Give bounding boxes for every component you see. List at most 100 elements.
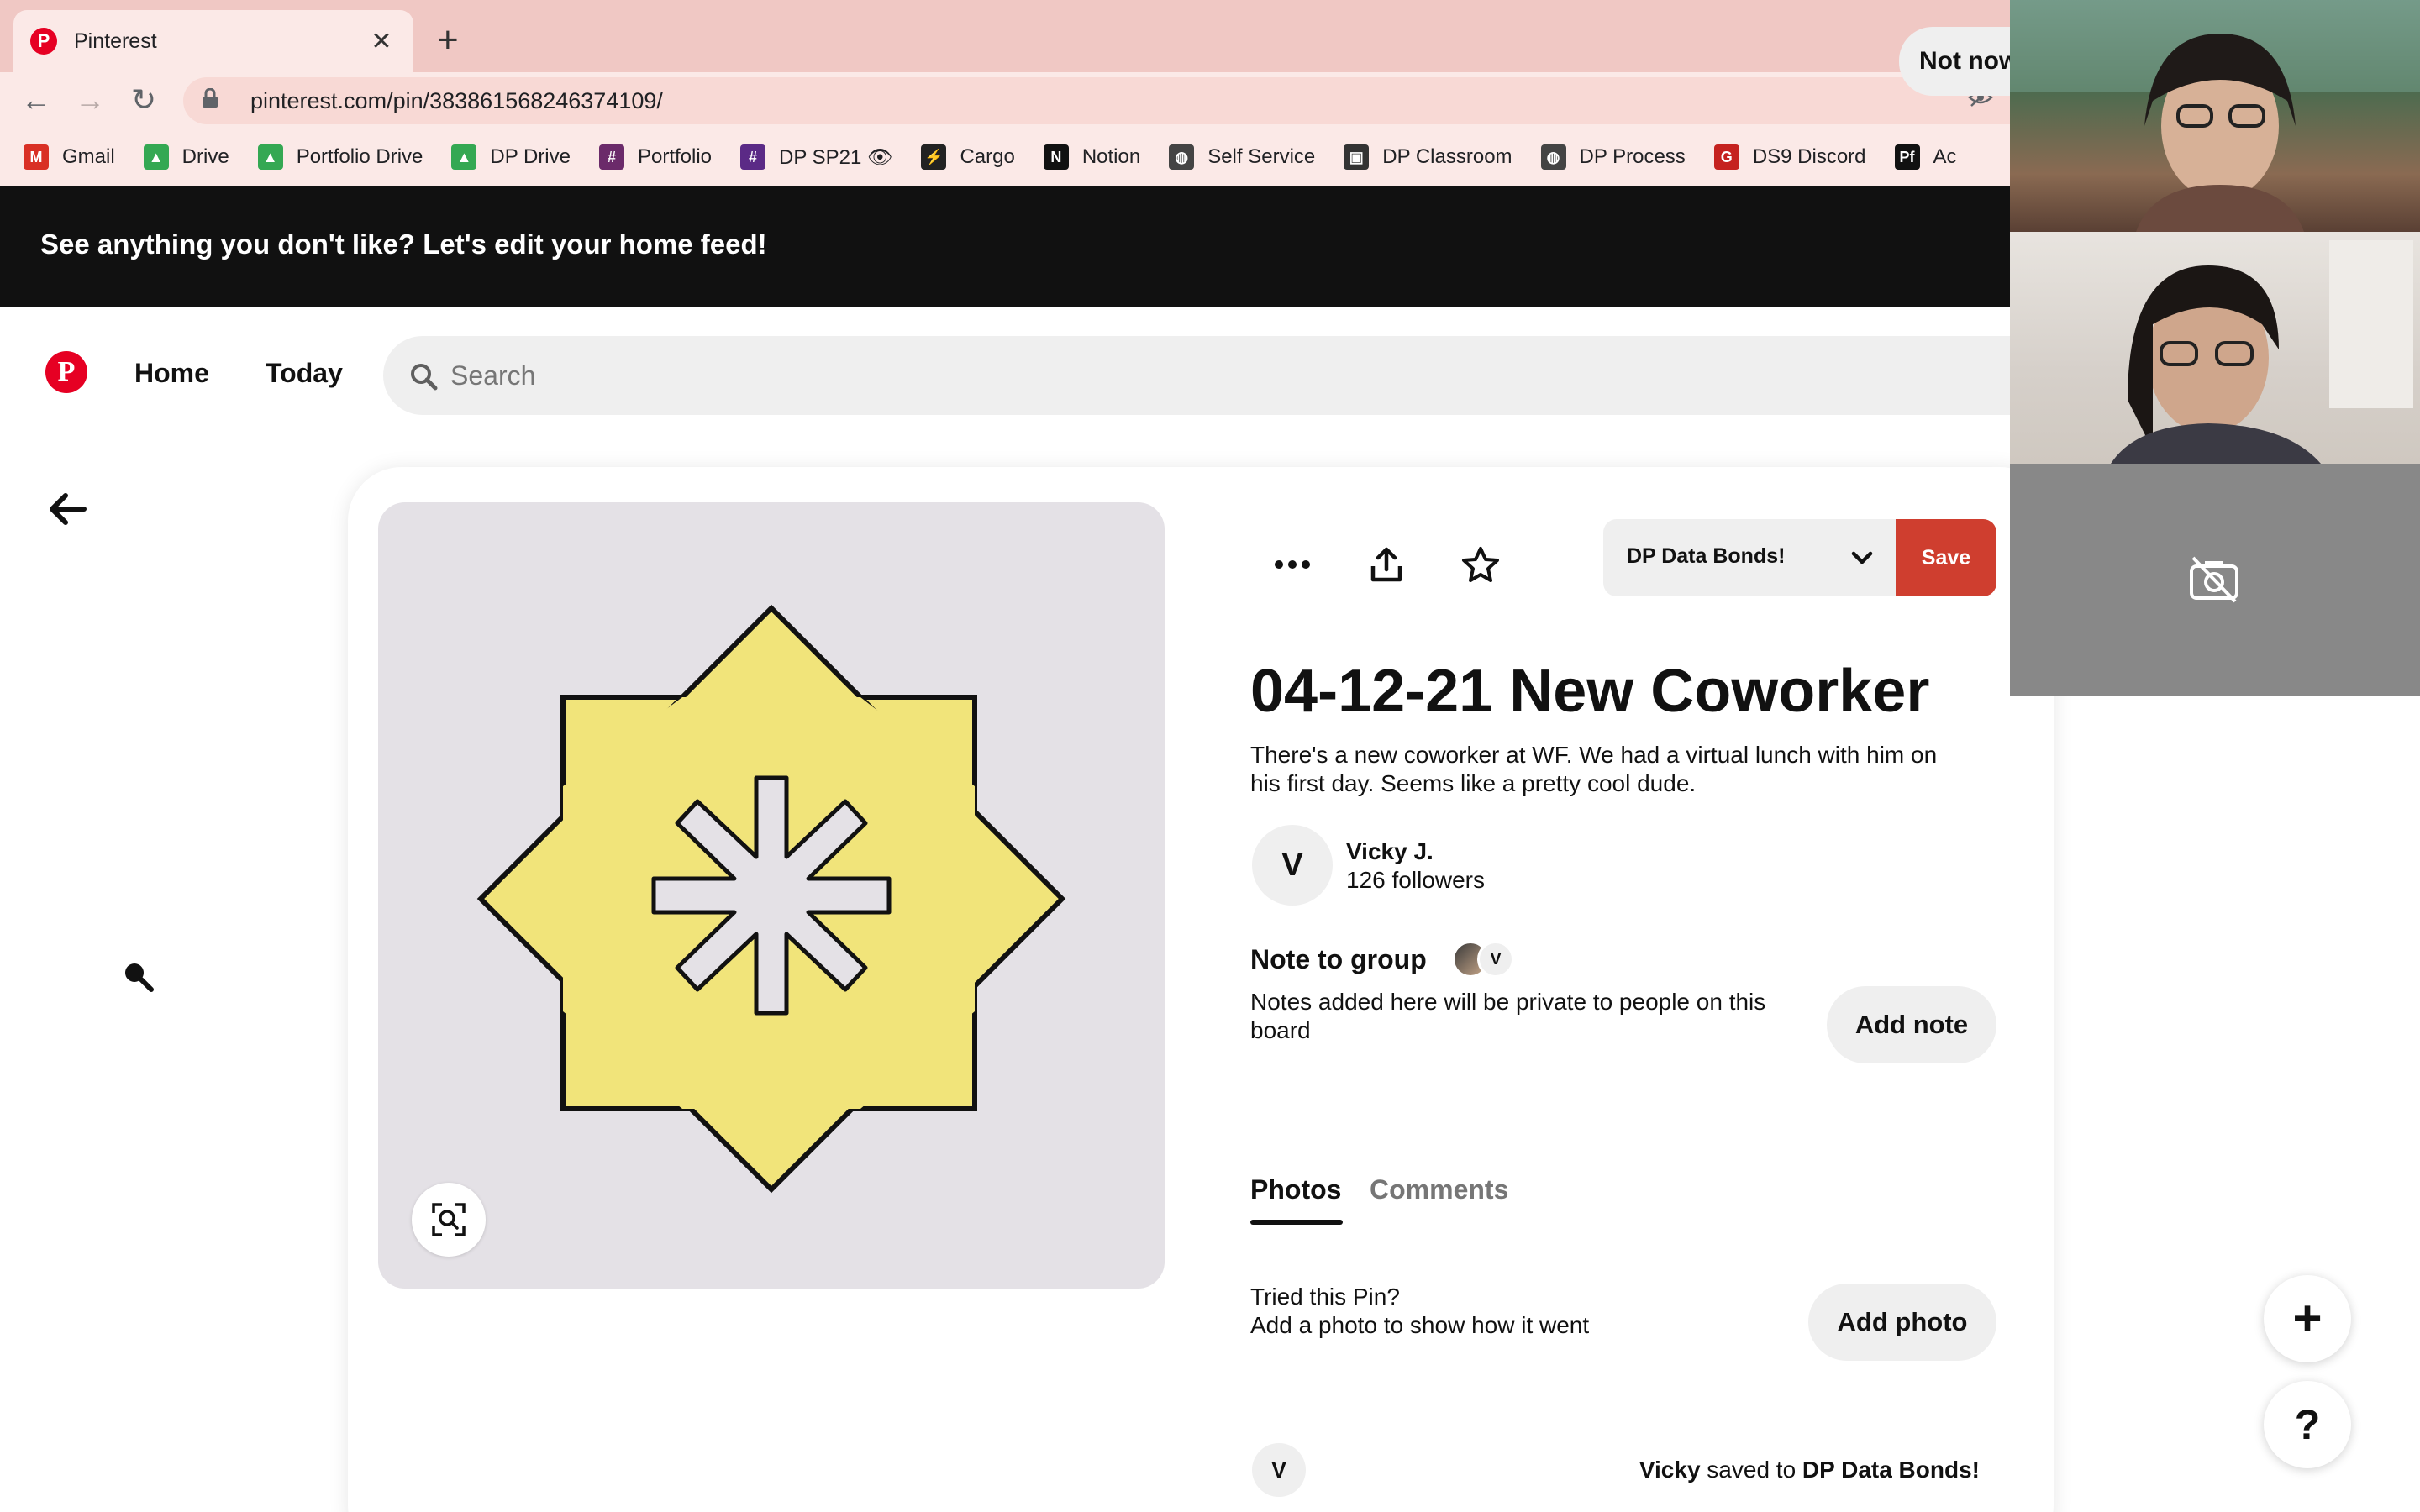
creator-avatar[interactable]: V — [1252, 825, 1333, 906]
activity-user[interactable]: Vicky — [1639, 1457, 1701, 1483]
banner-text: See anything you don't like? Let's edit … — [40, 228, 767, 260]
bookmark-label: Self Service — [1207, 145, 1316, 168]
activity-avatar[interactable]: V — [1252, 1443, 1306, 1497]
create-plus-button[interactable]: + — [2264, 1275, 2351, 1362]
portfolio-icon: # — [598, 144, 624, 170]
add-photo-button[interactable]: Add photo — [1808, 1284, 1996, 1361]
bookmark-label: DS9 Discord — [1752, 145, 1866, 168]
note-description: Notes added here will be private to peop… — [1250, 989, 1766, 1043]
bookmark-label: Portfolio Drive — [296, 145, 424, 168]
tab-comments[interactable]: Comments — [1370, 1174, 1508, 1205]
pin-description: There's a new coworker at WF. We had a v… — [1250, 742, 1938, 796]
bookmark-item[interactable]: G DS9 Discord — [1713, 144, 1866, 170]
bookmark-item[interactable]: # DP SP21 👁 — [740, 144, 892, 170]
back-arrow-icon[interactable] — [47, 491, 87, 528]
board-select-dropdown[interactable]: DP Data Bonds! — [1603, 519, 1896, 596]
bookmark-label: DP Classroom — [1382, 145, 1512, 168]
discord-icon: G — [1713, 144, 1739, 170]
bookmark-item[interactable]: M Gmail — [24, 144, 115, 170]
bookmark-item[interactable]: ▲ DP Drive — [451, 144, 571, 170]
bookmark-label: Gmail — [62, 145, 115, 168]
bookmark-label: Ac — [1933, 145, 1957, 168]
visual-search-icon[interactable] — [412, 1183, 486, 1257]
tried-pin-subtitle: Add a photo to show how it went — [1250, 1312, 1590, 1338]
notion-icon: N — [1043, 144, 1069, 170]
address-bar[interactable]: pinterest.com/pin/383861568246374109/ — [183, 77, 2010, 124]
chevron-down-icon — [1847, 543, 1877, 573]
bookmarks-bar: M Gmail ▲ Drive ▲ Portfolio Drive ▲ DP Drive # Po… — [0, 128, 2010, 186]
activity-board[interactable]: DP Data Bonds! — [1802, 1457, 1980, 1483]
search-input[interactable] — [450, 354, 1795, 396]
search-bar[interactable] — [383, 336, 2010, 415]
gmail-icon: M — [24, 144, 49, 170]
bookmark-item[interactable]: ▣ DP Classroom — [1344, 144, 1512, 170]
bookmark-item[interactable]: # Portfolio — [598, 144, 713, 170]
activity-text: Vicky saved to DP Data Bonds! — [1639, 1457, 1980, 1483]
bookmark-item[interactable]: ▲ Drive — [143, 144, 229, 170]
bookmark-label: DP Process — [1579, 145, 1686, 168]
nav-today[interactable]: Today — [266, 358, 343, 389]
nav-home[interactable]: Home — [134, 358, 209, 389]
avatar: V — [1477, 941, 1514, 978]
browser-tab-pinterest[interactable]: P Pinterest ✕ — [13, 10, 413, 72]
pinterest-favicon-icon: P — [30, 28, 57, 55]
bookmark-item[interactable]: ◍ DP Process — [1540, 144, 1686, 170]
active-tab-underline — [1250, 1220, 1343, 1225]
dp-sp21-icon: # — [740, 144, 766, 170]
tried-pin-title: Tried this Pin? — [1250, 1284, 1400, 1310]
pinterest-logo-icon[interactable]: P — [45, 351, 87, 393]
close-tab-icon[interactable]: ✕ — [366, 27, 397, 56]
cargo-bolt-icon: ⚡ — [921, 144, 947, 170]
video-participant-tile-camera-off[interactable] — [2010, 464, 2420, 696]
back-nav-icon[interactable]: ← — [17, 81, 55, 119]
zoom-cursor-icon — [121, 959, 155, 993]
bookmark-label: Portfolio — [637, 145, 713, 168]
globe-icon: ◍ — [1540, 144, 1566, 170]
bookmark-label: Cargo — [960, 145, 1015, 168]
logo-glyph: P — [57, 356, 76, 387]
bookmark-item[interactable]: ◍ Self Service — [1169, 144, 1315, 170]
url-text: pinterest.com/pin/383861568246374109/ — [250, 87, 663, 113]
forward-nav-icon[interactable]: → — [71, 81, 109, 119]
bookmark-label: Notion — [1081, 145, 1141, 168]
share-icon[interactable] — [1360, 538, 1413, 591]
reload-icon[interactable]: ↻ — [124, 81, 163, 119]
camera-off-icon — [2186, 554, 2242, 605]
new-tab-button[interactable]: + — [437, 22, 459, 59]
pin-title: 04-12-21 New Coworker — [1250, 658, 1930, 725]
pf-icon: Pf — [1894, 144, 1920, 170]
save-button[interactable]: Save — [1896, 519, 1996, 596]
tab-title: Pinterest — [74, 29, 157, 53]
bookmark-item[interactable]: N Notion — [1043, 144, 1141, 170]
browser-tabstrip: P Pinterest ✕ + — [0, 0, 2010, 72]
note-to-group-heading: Note to group — [1250, 944, 1427, 974]
search-icon — [408, 361, 439, 391]
creator-followers: 126 followers — [1346, 867, 1485, 893]
feed-edit-banner: See anything you don't like? Let's edit … — [0, 186, 2010, 307]
bookmark-item[interactable]: ▲ Portfolio Drive — [257, 144, 424, 170]
bookmark-label: DP Drive — [490, 145, 571, 168]
bookmark-label: DP SP21 👁 — [779, 145, 893, 169]
video-participant-tile[interactable] — [2010, 0, 2420, 232]
star-icon[interactable] — [1454, 538, 1507, 591]
bookmark-item[interactable]: Pf Ac — [1894, 144, 1957, 170]
creator-name[interactable]: Vicky J. — [1346, 838, 1434, 865]
pin-image[interactable] — [378, 502, 1165, 1289]
add-note-button[interactable]: Add note — [1827, 986, 1996, 1063]
help-button[interactable]: ? — [2264, 1381, 2351, 1468]
google-drive-icon: ▲ — [143, 144, 169, 170]
lock-icon — [202, 87, 227, 113]
google-drive-icon: ▲ — [257, 144, 283, 170]
globe-icon: ◍ — [1169, 144, 1195, 170]
board-name: DP Data Bonds! — [1627, 544, 1786, 568]
group-members-avatars[interactable]: V — [1439, 941, 1518, 978]
participant-video-feed — [2010, 0, 2420, 232]
video-participant-tile[interactable] — [2010, 232, 2420, 464]
google-drive-icon: ▲ — [451, 144, 477, 170]
bookmark-item[interactable]: ⚡ Cargo — [921, 144, 1015, 170]
bookmark-label: Drive — [182, 145, 229, 168]
tab-photos[interactable]: Photos — [1250, 1174, 1341, 1205]
browser-toolbar: ← → ↻ pinterest.com/pin/3838615682463741… — [0, 72, 2010, 128]
more-options-icon[interactable] — [1265, 538, 1319, 591]
eight-point-star-illustration — [476, 604, 1066, 1194]
